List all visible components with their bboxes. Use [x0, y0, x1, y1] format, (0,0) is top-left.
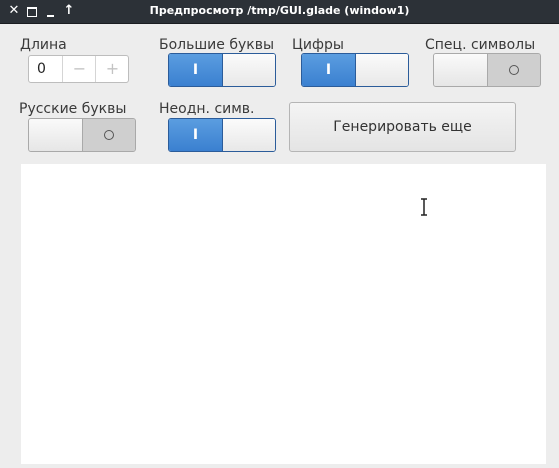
- switch-slider[interactable]: [434, 54, 488, 86]
- switch-on-indicator: I: [169, 54, 222, 86]
- decrement-button[interactable]: −: [62, 56, 96, 82]
- digits-switch[interactable]: I: [301, 53, 409, 87]
- switch-slider[interactable]: [222, 119, 275, 151]
- title-bar: ✕ ↑ Предпросмотр /tmp/GUI.glade (window1…: [0, 0, 559, 24]
- switch-slider[interactable]: [355, 54, 408, 86]
- switch-off-indicator: [488, 54, 540, 86]
- switch-off-indicator: [83, 119, 135, 151]
- switch-slider[interactable]: [222, 54, 275, 86]
- ambiguous-chars-switch[interactable]: I: [168, 118, 276, 152]
- off-ring-icon: [104, 130, 114, 140]
- length-value[interactable]: 0: [37, 61, 46, 77]
- length-label: Длина: [20, 37, 67, 53]
- off-ring-icon: [509, 65, 519, 75]
- password-output-textview[interactable]: [21, 164, 546, 464]
- ambiguous-chars-label: Неодн. симв.: [159, 101, 255, 117]
- russian-letters-label: Русские буквы: [19, 101, 127, 117]
- digits-label: Цифры: [292, 37, 344, 53]
- russian-letters-switch[interactable]: [28, 118, 136, 152]
- uppercase-label: Большие буквы: [159, 37, 275, 53]
- preview-window: ✕ ↑ Предпросмотр /tmp/GUI.glade (window1…: [0, 0, 559, 468]
- text-cursor-icon: [421, 198, 427, 216]
- window-title: Предпросмотр /tmp/GUI.glade (window1): [149, 4, 410, 17]
- length-spinbutton[interactable]: 0 − +: [28, 55, 129, 83]
- generate-more-button[interactable]: Генерировать еще: [289, 102, 516, 152]
- increment-button[interactable]: +: [95, 56, 129, 82]
- switch-on-indicator: I: [302, 54, 355, 86]
- uppercase-switch[interactable]: I: [168, 53, 276, 87]
- special-chars-switch[interactable]: [433, 53, 541, 87]
- special-chars-label: Спец. символы: [425, 37, 536, 53]
- switch-slider[interactable]: [29, 119, 83, 151]
- switch-on-indicator: I: [169, 119, 222, 151]
